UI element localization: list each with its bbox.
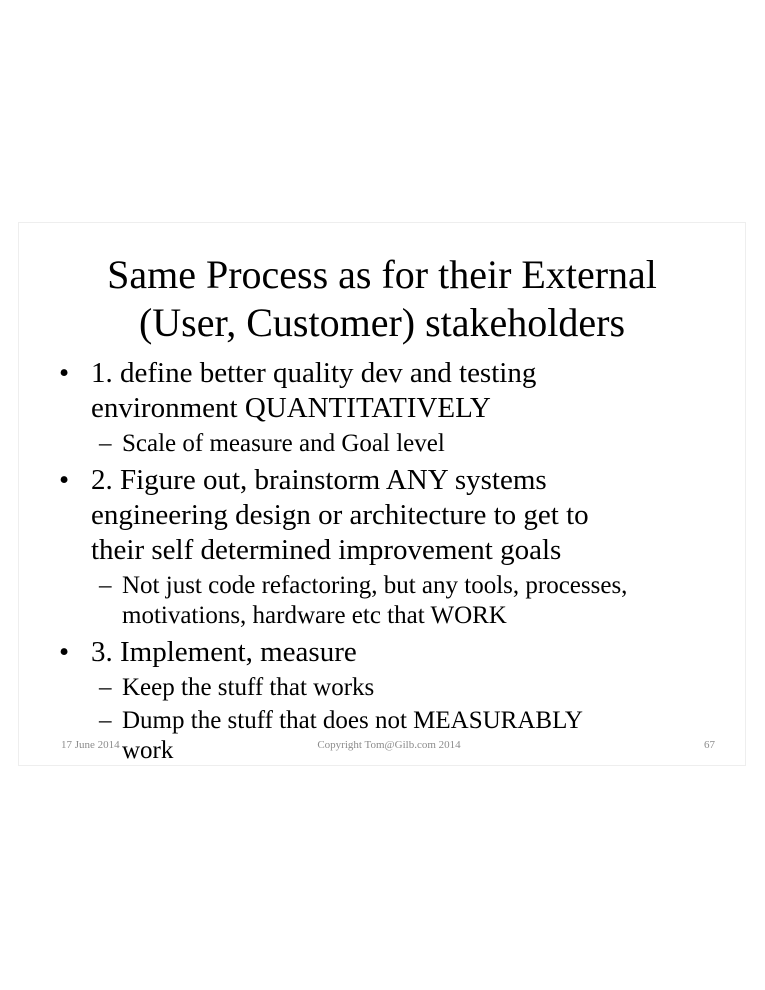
bullet-marker: •: [59, 464, 70, 496]
bullet-2: • 2. Figure out, brainstorm ANY systems …: [19, 463, 745, 568]
footer-copyright: Copyright Tom@Gilb.com 2014: [317, 739, 461, 751]
sub-bullet-marker: –: [99, 572, 112, 599]
slide: Same Process as for their External (User…: [18, 222, 746, 766]
title-line-2: (User, Customer) stakeholders: [138, 300, 626, 345]
bullet-marker: •: [59, 636, 70, 668]
sub-bullet-1-1-line-1: Scale of measure and Goal level: [122, 430, 445, 457]
sub-bullet-2-1-line-1: Not just code refactoring, but any tools…: [122, 572, 628, 599]
slide-content: • 1. define better quality dev and testi…: [19, 356, 745, 765]
sub-bullet-3-1-line-1: Keep the stuff that works: [122, 674, 375, 701]
bullet-marker: •: [59, 357, 70, 389]
sub-bullet-3-2-line-1: Dump the stuff that does not MEASURABLY: [122, 707, 583, 734]
footer-page-number: 67: [704, 739, 715, 751]
sub-bullet-2-1: – Not just code refactoring, but any too…: [19, 571, 745, 631]
sub-bullet-marker: –: [99, 430, 112, 457]
bullet-1-line-1: 1. define better quality dev and testing: [91, 357, 537, 389]
sub-bullet-3-2: – Dump the stuff that does not MEASURABL…: [19, 706, 745, 765]
bullet-1-line-2: environment QUANTITATIVELY: [91, 392, 491, 424]
slide-title: Same Process as for their External (User…: [19, 251, 745, 347]
bullet-1: • 1. define better quality dev and testi…: [19, 356, 745, 426]
bullet-3-line-1: 3. Implement, measure: [91, 636, 357, 668]
sub-bullet-3-1: – Keep the stuff that works: [19, 673, 745, 703]
bullet-2-line-3: their self determined improvement goals: [91, 534, 562, 566]
title-line-1: Same Process as for their External: [107, 252, 657, 297]
sub-bullet-marker: –: [99, 674, 112, 701]
bullet-2-line-2: engineering design or architecture to ge…: [91, 499, 589, 531]
bullet-2-line-1: 2. Figure out, brainstorm ANY systems: [91, 464, 547, 496]
bullet-3: • 3. Implement, measure: [19, 635, 745, 670]
sub-bullet-marker: –: [99, 707, 112, 734]
sub-bullet-1-1: – Scale of measure and Goal level: [19, 429, 745, 459]
sub-bullet-2-1-line-2: motivations, hardware etc that WORK: [122, 602, 507, 629]
